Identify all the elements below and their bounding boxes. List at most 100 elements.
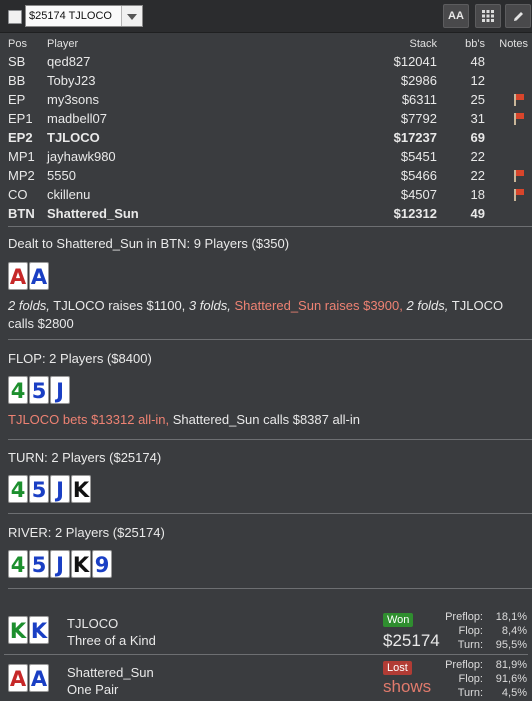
player-row[interactable]: EP my3sons $6311 25	[0, 90, 532, 109]
turn-cards: 45JK	[8, 475, 92, 505]
result-row: AA Shattered_Sun One Pair Lost shows Pre…	[0, 656, 532, 700]
font-size-button[interactable]: AA	[443, 4, 469, 28]
playing-card: J	[50, 475, 70, 503]
river-title: RIVER: 2 Players ($25174)	[8, 525, 165, 540]
player-pos: EP	[8, 92, 26, 107]
preflop-actions: 2 folds, TJLOCO raises $1100, 3 folds, S…	[8, 297, 518, 333]
result-shows: shows	[383, 677, 432, 696]
note-flag-icon[interactable]	[514, 113, 524, 125]
players-header: Pos Player Stack bb's Notes	[0, 36, 532, 52]
stat-label: Flop:	[458, 625, 483, 637]
note-flag-icon[interactable]	[514, 94, 524, 106]
player-bbs: 31	[470, 111, 485, 126]
player-row[interactable]: BB TobyJ23 $2986 12	[0, 71, 532, 90]
header-pos[interactable]: Pos	[8, 36, 27, 52]
divider	[8, 439, 532, 440]
chevron-down-icon[interactable]	[121, 6, 142, 26]
result-player-name: Shattered_Sun	[67, 665, 154, 680]
player-stack: $7792	[400, 111, 437, 126]
toolbar: $25174 TJLOCO AA	[0, 0, 532, 33]
player-name[interactable]: TJLOCO	[47, 128, 100, 147]
result-hand: One Pair	[67, 682, 119, 697]
select-checkbox[interactable]	[8, 10, 22, 24]
player-bbs: 22	[470, 149, 485, 164]
stat-label: Flop:	[458, 673, 483, 685]
playing-card: K	[71, 475, 91, 503]
player-bbs: 18	[470, 187, 485, 202]
action-text: Shattered_Sun calls $8387 all-in	[169, 412, 360, 427]
header-stack[interactable]: Stack	[409, 36, 437, 52]
header-player[interactable]: Player	[47, 36, 78, 52]
player-bbs: 22	[470, 168, 485, 183]
player-stack: $12041	[393, 54, 437, 69]
result-cards: AA	[8, 664, 50, 694]
player-row[interactable]: EP2 TJLOCO $17237 69	[0, 128, 532, 147]
player-row[interactable]: EP1 madbell07 $7792 31	[0, 109, 532, 128]
player-name[interactable]: 5550	[47, 166, 76, 185]
player-name[interactable]: TobyJ23	[47, 71, 95, 90]
player-stack: $6311	[401, 92, 437, 107]
player-pos: EP2	[8, 130, 33, 145]
player-stack: $2986	[400, 73, 437, 88]
player-name[interactable]: my3sons	[47, 90, 99, 109]
note-flag-icon[interactable]	[514, 170, 524, 182]
player-name[interactable]: Shattered_Sun	[47, 204, 139, 223]
action-text: 2 folds,	[406, 298, 449, 313]
stat-label: Turn:	[457, 639, 483, 651]
player-name[interactable]: ckillenu	[47, 185, 90, 204]
lost-badge: Lost	[383, 661, 412, 675]
playing-card: 4	[8, 475, 28, 503]
player-name[interactable]: jayhawk980	[47, 147, 116, 166]
result-cards: KK	[8, 616, 50, 646]
player-row[interactable]: MP1 jayhawk980 $5451 22	[0, 147, 532, 166]
player-pos: BB	[8, 73, 26, 88]
stat-value: 91,6%	[495, 673, 527, 685]
player-pos: SB	[8, 54, 26, 69]
divider	[8, 588, 532, 589]
action-text-hero: Shattered_Sun raises $3900,	[234, 298, 403, 313]
player-name[interactable]: madbell07	[47, 109, 107, 128]
equity-stats: Preflop: 81,9% Flop: 91,6% Turn: 4,5%	[443, 659, 527, 701]
action-text: 2 folds,	[8, 298, 50, 313]
result-row: KK TJLOCO Three of a Kind Won $25174 Pre…	[0, 608, 532, 652]
player-stack: $5466	[400, 168, 437, 183]
playing-card: A	[29, 262, 49, 290]
header-bbs[interactable]: bb's	[465, 36, 485, 52]
player-pos: EP1	[8, 111, 33, 126]
player-row[interactable]: MP2 5550 $5466 22	[0, 166, 532, 185]
player-rows: SB qed827 $12041 48 BB TobyJ23 $2986 12 EP my3son…	[0, 52, 532, 223]
preflop-title: Dealt to Shattered_Sun in BTN: 9 Players…	[8, 236, 290, 251]
result-amount: $25174	[383, 631, 440, 650]
grid-icon	[482, 10, 494, 22]
hole-cards: AA	[8, 262, 50, 292]
player-stack: $4507	[400, 187, 437, 202]
pencil-icon	[513, 12, 523, 21]
playing-card: 5	[29, 550, 49, 578]
player-bbs: 49	[470, 206, 485, 221]
playing-card: 4	[8, 376, 28, 404]
result-player-name: TJLOCO	[67, 616, 119, 631]
player-pos: MP2	[8, 168, 35, 183]
player-row[interactable]: SB qed827 $12041 48	[0, 52, 532, 71]
player-row[interactable]: BTN Shattered_Sun $12312 49	[0, 204, 532, 223]
stat-value: 81,9%	[495, 659, 527, 671]
header-notes[interactable]: Notes	[499, 36, 528, 52]
playing-card: A	[8, 664, 28, 692]
action-text: 3 folds,	[188, 298, 231, 313]
font-size-icon: AA	[448, 10, 464, 22]
player-name[interactable]: qed827	[47, 52, 90, 71]
playing-card: K	[71, 550, 91, 578]
result-hand: Three of a Kind	[67, 633, 156, 648]
note-flag-icon[interactable]	[514, 189, 524, 201]
grid-button[interactable]	[475, 4, 501, 28]
table-select[interactable]: $25174 TJLOCO	[25, 5, 143, 27]
won-badge: Won	[383, 613, 414, 627]
player-row[interactable]: CO ckillenu $4507 18	[0, 185, 532, 204]
edit-button[interactable]	[505, 4, 531, 28]
playing-card: 9	[92, 550, 112, 578]
player-pos: CO	[8, 187, 28, 202]
player-bbs: 48	[470, 54, 485, 69]
stat-label: Preflop:	[445, 611, 483, 623]
playing-card: K	[29, 616, 49, 644]
stat-value: 95,5%	[495, 639, 527, 651]
